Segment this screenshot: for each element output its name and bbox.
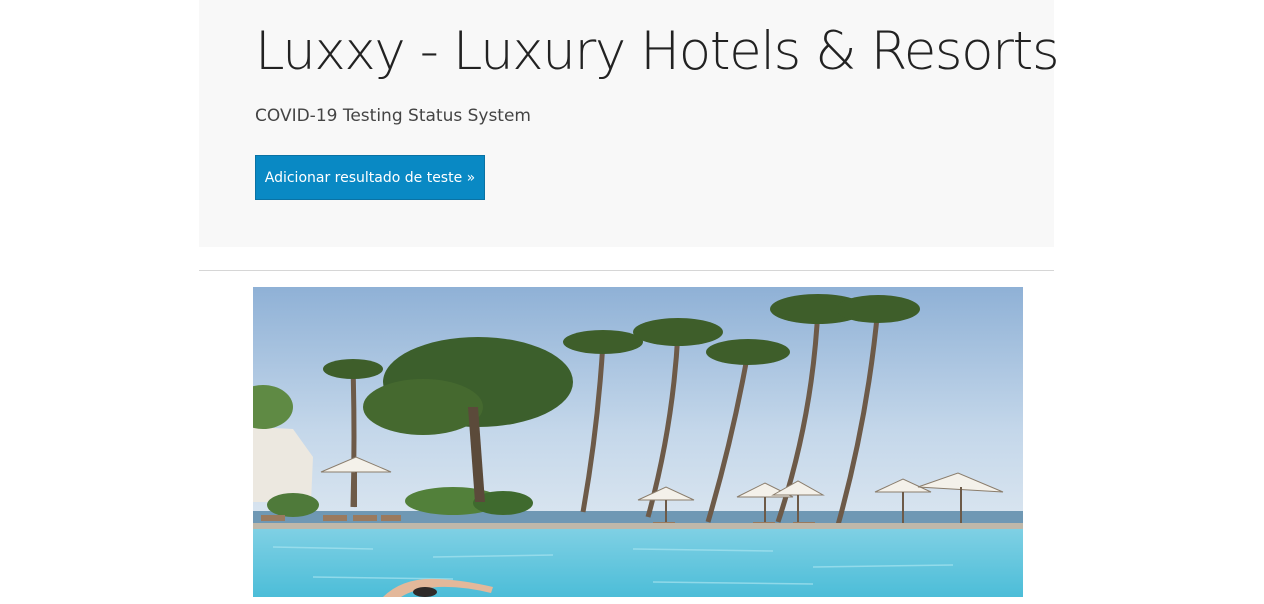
divider (199, 270, 1054, 271)
page: Luxxy - Luxury Hotels & Resorts COVID-19… (0, 0, 1264, 604)
jumbotron-header: Luxxy - Luxury Hotels & Resorts COVID-19… (199, 0, 1060, 247)
page-subtitle: COVID-19 Testing Status System (255, 106, 531, 126)
resort-pool-image (253, 287, 1023, 597)
page-title: Luxxy - Luxury Hotels & Resorts (255, 21, 1060, 82)
add-test-result-button[interactable]: Adicionar resultado de teste » (255, 155, 485, 200)
